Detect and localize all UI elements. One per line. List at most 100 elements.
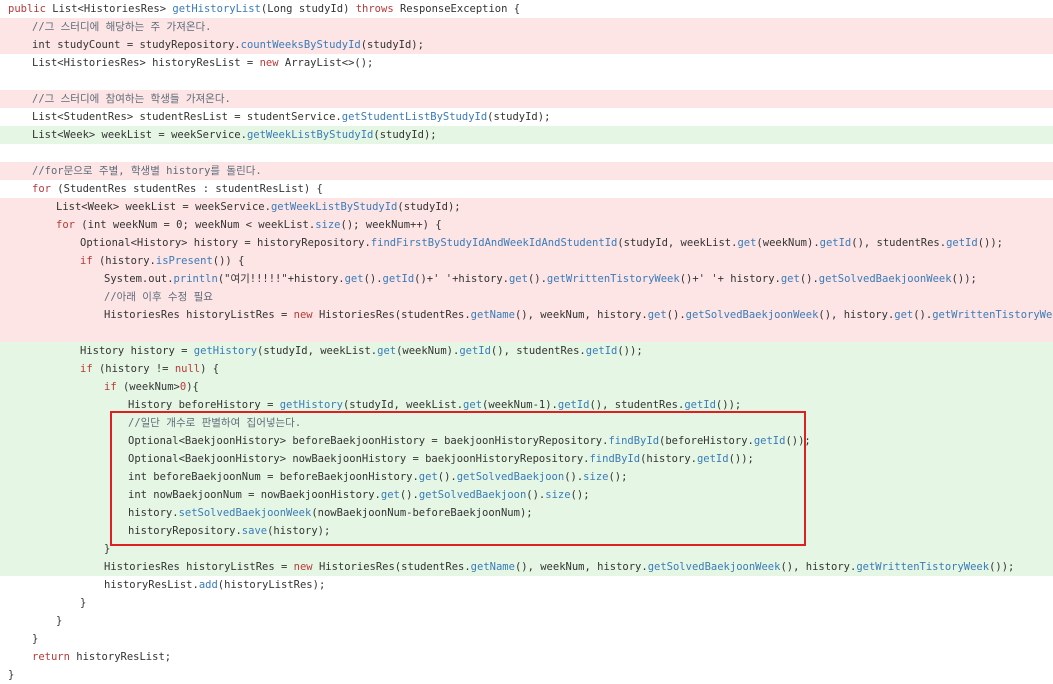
code-token: List<HistoriesRes> historyResList = <box>32 57 260 69</box>
code-token: ){ <box>186 381 199 393</box>
code-token: getSolvedBaekjoon <box>456 471 565 483</box>
code-line: for (StudentRes studentRes : studentResL… <box>0 180 1053 198</box>
code-token: get <box>508 273 528 285</box>
code-line <box>0 72 1053 90</box>
removed-code-line: //그 스터디에 참여하는 학생들 가져온다. <box>0 90 1053 108</box>
code-token: List<Week> weekList = weekService. <box>56 201 271 213</box>
code-token: ()); <box>728 453 754 465</box>
code-token: int beforeBaekjoonNum = beforeBaekjoonHi… <box>128 471 419 483</box>
code-token: (beforeHistory. <box>659 435 754 447</box>
code-token: getSolvedBaekjoonWeek <box>685 309 819 321</box>
code-token: ()); <box>977 237 1003 249</box>
code-token: getHistoryList <box>172 3 261 15</box>
code-token: } <box>32 633 39 645</box>
code-token: } <box>56 615 63 627</box>
code-token: } <box>104 543 111 555</box>
code-token: historyResList; <box>76 651 172 663</box>
code-token: HistoriesRes historyListRes = <box>104 309 294 321</box>
code-token: Optional<BaekjoonHistory> beforeBaekjoon… <box>128 435 609 447</box>
code-line: } <box>0 594 1053 612</box>
code-token: if <box>80 255 99 267</box>
code-token: add <box>198 579 218 591</box>
code-token: (weekNum-1). <box>482 399 558 411</box>
code-token: size <box>583 471 609 483</box>
removed-code-line: System.out.println("여기!!!!!"+history.get… <box>0 270 1053 288</box>
code-token: get <box>463 399 483 411</box>
code-token: List<Week> weekList = weekService. <box>32 129 247 141</box>
code-token: get <box>377 345 397 357</box>
code-token: historyRepository. <box>128 525 242 537</box>
code-token: //아래 이후 수정 필요 <box>104 291 213 303</box>
code-token: (). <box>527 273 547 285</box>
code-token: HistoriesRes historyListRes = <box>104 561 294 573</box>
code-token: System.out. <box>104 273 174 285</box>
code-token: (weekNum). <box>396 345 460 357</box>
code-token: (), studentRes. <box>589 399 685 411</box>
code-token: ()+' '+ history. <box>679 273 781 285</box>
code-token: getWrittenTistoryWeek <box>932 309 1053 321</box>
removed-code-line: HistoriesRes historyListRes = new Histor… <box>0 306 1053 324</box>
code-token: throws <box>355 3 400 15</box>
code-token: (), history. <box>780 561 857 573</box>
code-token: int nowBaekjoonNum = nowBaekjoonHistory. <box>128 489 381 501</box>
removed-code-line: //아래 이후 수정 필요 <box>0 288 1053 306</box>
code-token: (). <box>913 309 933 321</box>
code-token: ()); <box>951 273 977 285</box>
code-token: setSolvedBaekjoonWeek <box>178 507 312 519</box>
code-token: (studyId); <box>373 129 437 141</box>
added-code-line: if (weekNum>0){ <box>0 378 1053 396</box>
code-token: getHistory <box>193 345 258 357</box>
code-token: (studyId); <box>360 39 424 51</box>
code-token: History beforeHistory = <box>128 399 280 411</box>
code-token: findById <box>608 435 660 447</box>
code-token: Optional<BaekjoonHistory> nowBaekjoonHis… <box>128 453 590 465</box>
code-token: (), weekNum, history. <box>514 309 648 321</box>
code-token: (). <box>437 471 457 483</box>
code-token: History history = <box>80 345 194 357</box>
code-token: getWeekListByStudyId <box>270 201 398 213</box>
code-token: } <box>8 669 15 681</box>
code-token: (); weekNum++) { <box>340 219 442 231</box>
code-token: (studyId, weekList. <box>342 399 464 411</box>
added-code-line: int beforeBaekjoonNum = beforeBaekjoonHi… <box>0 468 1053 486</box>
code-token: ResponseException { <box>399 3 521 15</box>
code-token: getId <box>819 237 852 249</box>
code-token: (). <box>666 309 686 321</box>
code-token: ()); <box>785 435 811 447</box>
code-token: historyResList. <box>104 579 199 591</box>
code-token: get <box>737 237 757 249</box>
code-token: (studyId); <box>487 111 551 123</box>
code-token: if <box>104 381 123 393</box>
code-token: (nowBaekjoonNum-beforeBaekjoonNum); <box>311 507 533 519</box>
code-token: (history != <box>98 363 175 375</box>
added-code-line: historyRepository.save(history); <box>0 522 1053 540</box>
code-token: int studyCount = studyRepository. <box>32 39 241 51</box>
removed-code-line <box>0 324 1053 342</box>
code-token: (history. <box>640 453 697 465</box>
code-token: new <box>293 561 319 573</box>
code-token: (), history. <box>818 309 895 321</box>
code-token: List<StudentRes> studentResList = studen… <box>32 111 342 123</box>
code-token: getWrittenTistoryWeek <box>856 561 990 573</box>
code-token: HistoriesRes(studentRes. <box>318 309 471 321</box>
code-token: getId <box>557 399 590 411</box>
code-token: size <box>545 489 571 501</box>
code-token: history. <box>128 507 179 519</box>
added-code-line: //일단 개수로 판별하여 집어넣는다. <box>0 414 1053 432</box>
code-line: historyResList.add(historyListRes); <box>0 576 1053 594</box>
code-token: countWeeksByStudyId <box>240 39 361 51</box>
code-line: return historyResList; <box>0 648 1053 666</box>
code-token: //그 스터디에 해당하는 주 가져온다. <box>32 21 212 33</box>
added-code-line: History history = getHistory(studyId, we… <box>0 342 1053 360</box>
code-token: new <box>259 57 285 69</box>
code-token: if <box>80 363 99 375</box>
code-line: List<HistoriesRes> historyResList = new … <box>0 54 1053 72</box>
code-token: (), weekNum, history. <box>514 561 648 573</box>
code-token: for <box>32 183 58 195</box>
code-token: (); <box>570 489 590 501</box>
code-token: //그 스터디에 참여하는 학생들 가져온다. <box>32 93 231 105</box>
code-token: getId <box>382 273 415 285</box>
code-token: getId <box>585 345 618 357</box>
code-token: (historyListRes); <box>217 579 326 591</box>
code-token: //일단 개수로 판별하여 집어넣는다. <box>128 417 302 429</box>
